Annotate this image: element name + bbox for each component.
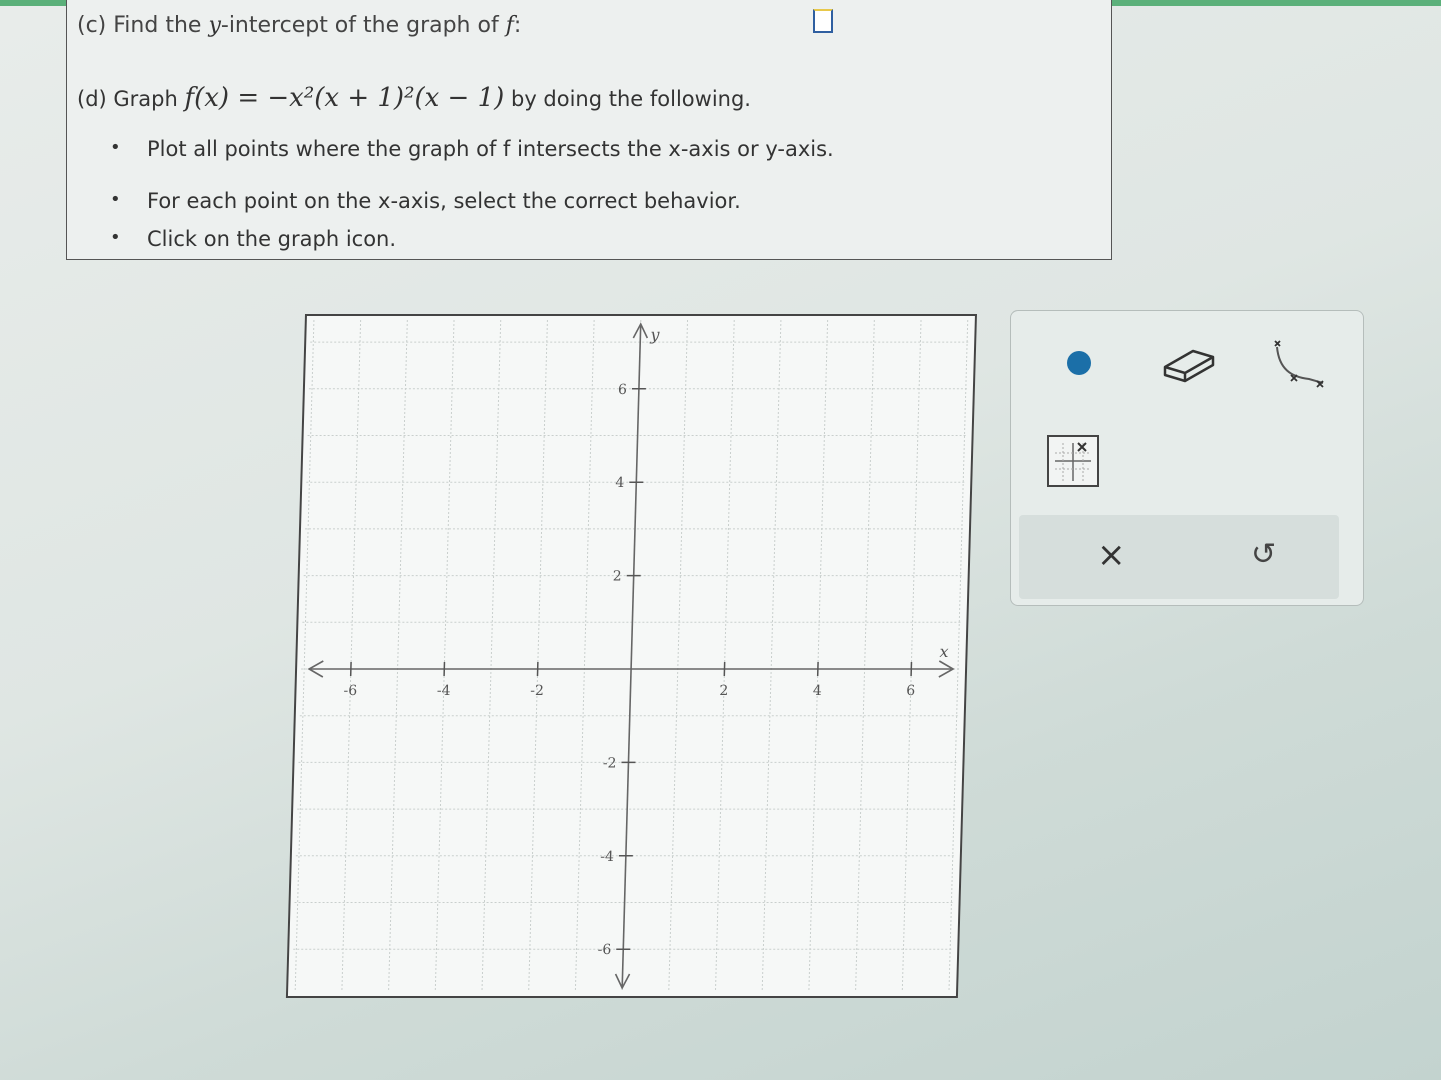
graph-area[interactable]: -6 -4 -2 2 4 6 6 4 2 -2 -4 -6 x y [285, 314, 977, 998]
part-c-label: (c) Find the [77, 13, 202, 38]
part-d-text: (d) Graph f(x) = −x²(x + 1)²(x − 1) by d… [77, 83, 751, 113]
grid-line-v [434, 320, 455, 992]
grid-line-v [668, 320, 689, 992]
bullet-1: Plot all points where the graph of f int… [110, 137, 834, 161]
y-tick-label: 2 [613, 569, 622, 585]
grid-line-v [294, 320, 315, 992]
x-tick-label: -6 [343, 683, 357, 699]
grid-line-v [808, 320, 829, 992]
y-tick-label: -6 [597, 942, 611, 958]
x-tick-label: 4 [813, 683, 822, 699]
grid-line-v [574, 320, 595, 992]
part-c-text: (c) Find the y-intercept of the graph of… [77, 13, 521, 38]
bullet-3: Click on the graph icon. [110, 227, 396, 251]
y-tick-label: 6 [618, 382, 627, 398]
part-c-func: f [505, 13, 514, 38]
x-tick-label: -4 [437, 683, 451, 699]
part-d-label: (d) Graph [77, 87, 178, 111]
y-axis-label: y [649, 325, 661, 344]
question-box: (c) Find the y-intercept of the graph of… [66, 0, 1112, 260]
grid-line-v [481, 320, 502, 992]
y-tick-label: -2 [603, 755, 617, 771]
part-d-rest: by doing the following. [510, 87, 751, 111]
bullet-2: For each point on the x-axis, select the… [110, 189, 741, 213]
graph-icon[interactable] [1047, 435, 1099, 493]
x-tick-label: -2 [530, 683, 544, 699]
grid-line-v [761, 320, 782, 992]
y-tick-label: -4 [600, 849, 614, 865]
x-axis-label: x [939, 642, 949, 661]
grid-line-v [855, 320, 875, 992]
y-axis [621, 326, 642, 986]
part-d-function: f(x) = −x²(x + 1)²(x − 1) [184, 83, 505, 113]
undo-button[interactable]: ↺ [1251, 537, 1276, 572]
x-tick-label: 2 [719, 683, 728, 699]
part-c-var: y [208, 13, 221, 38]
x-tick-label: 6 [906, 683, 915, 699]
eraser-icon[interactable] [1159, 341, 1219, 391]
part-c-colon: : [513, 13, 522, 38]
grid-line-v [388, 320, 408, 992]
answer-checkbox[interactable] [813, 9, 833, 33]
grid-line-v [901, 320, 922, 992]
grid-line-v [714, 320, 735, 992]
part-c-rest: -intercept of the graph of [220, 13, 499, 38]
clear-button[interactable]: × [1097, 535, 1126, 575]
action-panel: × ↺ [1019, 515, 1339, 599]
grid-line-v [948, 320, 969, 992]
graph-canvas[interactable]: -6 -4 -2 2 4 6 6 4 2 -2 -4 -6 x y [288, 316, 975, 996]
grid-line-v [341, 320, 362, 992]
curve-behavior-icon[interactable] [1269, 333, 1329, 399]
y-tick-label: 4 [615, 475, 624, 491]
tool-panel: × ↺ [1010, 310, 1364, 606]
point-icon[interactable] [1067, 351, 1091, 375]
grid-line-v [528, 320, 548, 992]
